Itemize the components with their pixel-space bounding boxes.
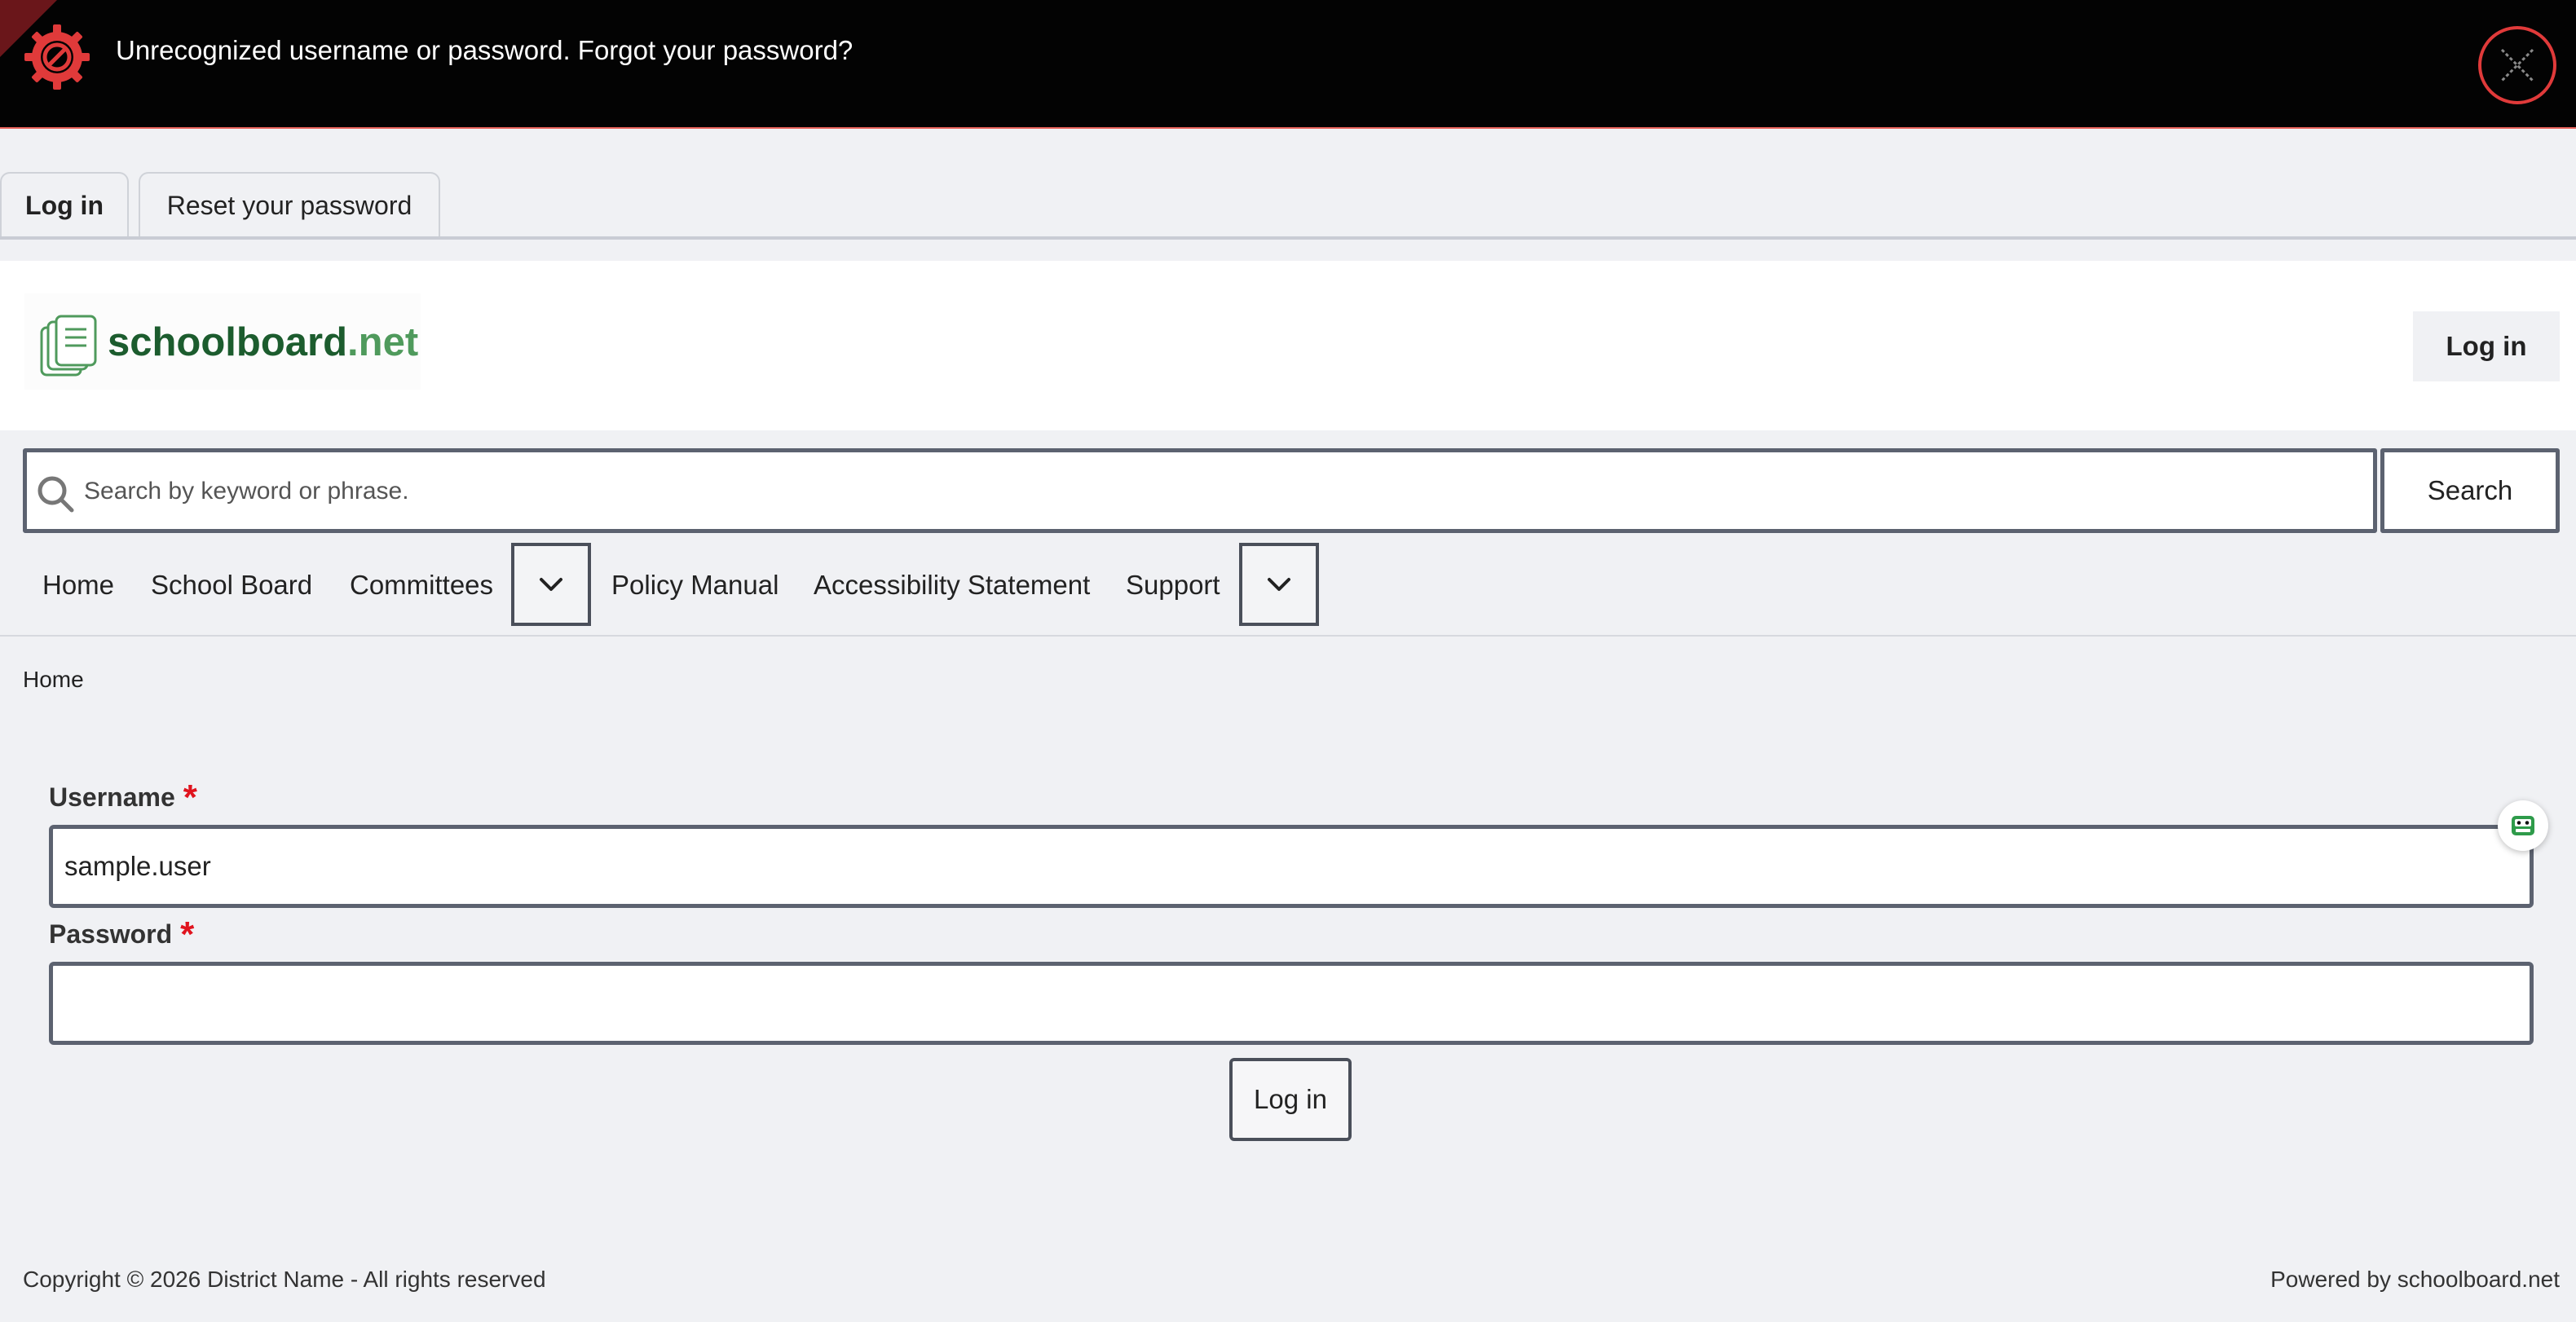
documents-icon [40, 315, 97, 377]
logo-tld: .net [347, 320, 419, 364]
committees-submenu-toggle[interactable] [511, 543, 591, 626]
logo-wordmark: schoolboard.net [108, 318, 418, 367]
breadcrumb-home[interactable]: Home [23, 667, 84, 692]
blocked-gear-icon [24, 24, 90, 90]
tab-reset-password[interactable]: Reset your password [139, 172, 440, 237]
header-login-button[interactable]: Log in [2413, 311, 2560, 381]
search-input[interactable] [82, 452, 2368, 531]
login-submit-button[interactable]: Log in [1229, 1058, 1352, 1141]
username-label-text: Username [49, 782, 175, 812]
password-field[interactable] [49, 962, 2534, 1045]
search-button[interactable]: Search [2380, 448, 2560, 533]
nav-divider [0, 635, 2576, 637]
close-alert-button[interactable] [2478, 26, 2556, 104]
footer-powered-by[interactable]: Powered by schoolboard.net [2270, 1263, 2560, 1296]
site-logo[interactable]: schoolboard.net [24, 293, 421, 390]
nav-item-support[interactable]: Support [1126, 561, 1220, 610]
nav-item-school-board[interactable]: School Board [151, 561, 312, 610]
username-field[interactable] [49, 825, 2534, 908]
chevron-down-icon [540, 578, 562, 591]
alert-message: Unrecognized username or password. Forgo… [116, 35, 854, 65]
nav-item-home[interactable]: Home [42, 561, 114, 610]
username-label: Username * [49, 778, 197, 817]
chevron-down-icon [1268, 578, 1290, 591]
password-label: Password * [49, 917, 194, 953]
breadcrumb: Home [23, 663, 84, 696]
search-icon [37, 476, 74, 513]
nav-item-policy-manual[interactable]: Policy Manual [611, 561, 779, 610]
error-alert: Unrecognized username or password. Forgo… [0, 0, 2576, 129]
robot-icon [2512, 816, 2534, 835]
site-header: schoolboard.net Log in [0, 261, 2576, 430]
close-icon [2500, 48, 2534, 82]
search-box [23, 448, 2377, 533]
required-marker: * [183, 778, 197, 817]
support-submenu-toggle[interactable] [1239, 543, 1319, 626]
nav-item-accessibility-statement[interactable]: Accessibility Statement [814, 561, 1090, 610]
nav-item-committees[interactable]: Committees [350, 561, 493, 610]
password-manager-badge[interactable] [2498, 800, 2548, 851]
logo-name: schoolboard [108, 320, 348, 364]
password-label-text: Password [49, 919, 173, 949]
required-marker: * [180, 914, 195, 954]
footer-copyright: Copyright © 2026 District Name - All rig… [23, 1267, 546, 1292]
tabs-divider [0, 236, 2576, 240]
tab-log-in[interactable]: Log in [0, 172, 129, 237]
